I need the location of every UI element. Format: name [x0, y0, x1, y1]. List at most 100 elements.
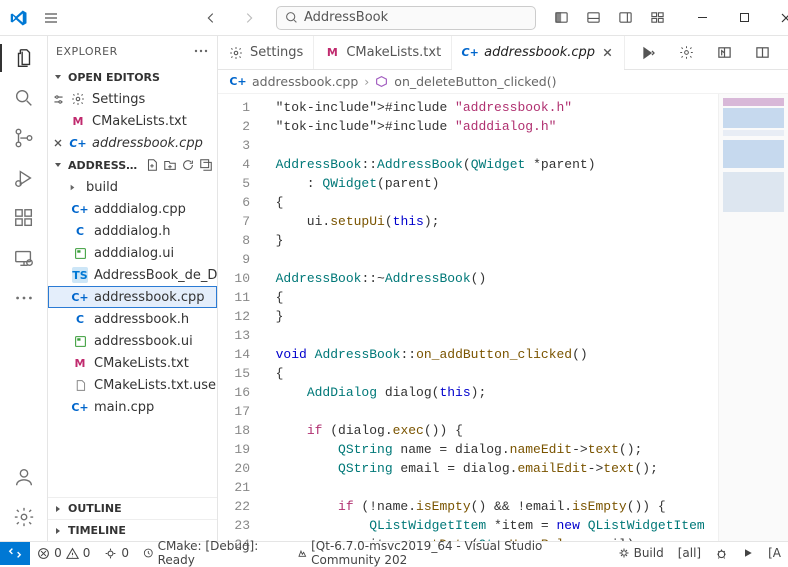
editor-tab[interactable]: Settings	[218, 36, 314, 69]
editor-tab[interactable]: C+ addressbook.cpp	[452, 36, 625, 69]
tab-label: CMakeLists.txt	[346, 45, 441, 60]
new-folder-icon[interactable]	[163, 158, 177, 172]
file-label: adddialog.cpp	[94, 202, 186, 217]
editor-tabs: Settings M CMakeLists.txt C+ addressbook.cpp	[218, 36, 788, 70]
gear-icon	[228, 45, 244, 61]
status-end[interactable]: [A	[761, 542, 788, 564]
explorer-title: EXPLORER	[56, 45, 118, 58]
command-center-search[interactable]: AddressBook	[276, 6, 536, 30]
file-label: addressbook.h	[94, 312, 189, 327]
activity-bar	[0, 36, 48, 541]
ts-file-icon: TS	[72, 267, 88, 283]
cpp-icon: C+	[70, 135, 86, 151]
file-item[interactable]: TS AddressBook_de_DE.ts	[48, 264, 217, 286]
window-close[interactable]	[766, 3, 788, 33]
cmake-icon: M	[324, 45, 340, 61]
chevron-right-icon: ›	[364, 74, 369, 89]
file-label: main.cpp	[94, 400, 154, 415]
cmake-icon: M	[70, 113, 86, 129]
new-file-icon[interactable]	[145, 158, 159, 172]
collapse-icon[interactable]	[199, 158, 213, 172]
section-timeline[interactable]: TIMELINE	[48, 519, 217, 541]
cpp-icon: C+	[72, 289, 88, 305]
cpp-icon: C+	[230, 74, 246, 90]
tab-label: addressbook.cpp	[484, 45, 595, 60]
open-editor-item[interactable]: Settings	[48, 88, 217, 110]
gear-icon	[70, 91, 86, 107]
file-label: CMakeLists.txt	[92, 114, 187, 129]
layout-right-icon[interactable]	[610, 3, 640, 33]
open-editor-item[interactable]: M CMakeLists.txt	[48, 110, 217, 132]
file-label: Settings	[92, 92, 145, 107]
hamburger-icon[interactable]	[36, 3, 66, 33]
settings-icon[interactable]	[671, 38, 701, 68]
code-editor[interactable]: "tok-include">#include "addressbook.h" "…	[260, 94, 718, 541]
cpp-icon: C+	[72, 399, 88, 415]
run-dropdown-icon[interactable]	[633, 38, 663, 68]
compare-icon[interactable]	[709, 38, 739, 68]
file-label: addressbook.cpp	[94, 290, 205, 305]
search-text: AddressBook	[304, 10, 388, 25]
file-item[interactable]: adddialog.ui	[48, 242, 217, 264]
file-item[interactable]: addressbook.ui	[48, 330, 217, 352]
status-ports[interactable]: 0	[97, 542, 136, 564]
file-icon	[72, 377, 88, 393]
editor-tab[interactable]: M CMakeLists.txt	[314, 36, 452, 69]
cpp-icon: C+	[462, 45, 478, 61]
activity-account[interactable]	[8, 461, 40, 493]
activity-debug[interactable]	[8, 162, 40, 194]
activity-scm[interactable]	[8, 122, 40, 154]
close-icon[interactable]	[52, 137, 64, 149]
file-label: adddialog.h	[94, 224, 171, 239]
status-debug-icon[interactable]	[708, 542, 735, 564]
file-item[interactable]: C+ addressbook.cpp	[48, 286, 217, 308]
refresh-icon[interactable]	[181, 158, 195, 172]
status-run-icon[interactable]	[735, 542, 761, 564]
section-open-editors[interactable]: OPEN EDITORS	[48, 66, 217, 88]
explorer-more-icon[interactable]	[193, 43, 209, 59]
activity-more[interactable]	[8, 282, 40, 314]
status-kit[interactable]: [Qt-6.7.0-msvc2019_64 - Visual Studio Co…	[290, 542, 611, 564]
file-label: CMakeLists.txt.user	[94, 378, 217, 393]
split-icon[interactable]	[747, 38, 777, 68]
file-label: CMakeLists.txt	[94, 356, 189, 371]
breadcrumb[interactable]: C+ addressbook.cpp › on_deleteButton_cli…	[218, 70, 788, 94]
minimap[interactable]	[718, 94, 788, 541]
file-item[interactable]: M CMakeLists.txt	[48, 352, 217, 374]
activity-settings[interactable]	[8, 501, 40, 533]
layout-bottom-icon[interactable]	[578, 3, 608, 33]
cmake-icon: M	[72, 355, 88, 371]
layout-left-icon[interactable]	[546, 3, 576, 33]
layout-custom-icon[interactable]	[642, 3, 672, 33]
section-folder[interactable]: ADDRESS…	[48, 154, 217, 176]
activity-extensions[interactable]	[8, 202, 40, 234]
file-item[interactable]: C+adddialog.cpp	[48, 198, 217, 220]
section-outline[interactable]: OUTLINE	[48, 497, 217, 519]
nav-forward-icon[interactable]	[234, 3, 264, 33]
activity-search[interactable]	[8, 82, 40, 114]
close-icon[interactable]	[601, 46, 614, 59]
open-editor-item[interactable]: C+addressbook.cpp	[48, 132, 217, 154]
status-build[interactable]: Build	[611, 542, 671, 564]
folder-item[interactable]: build	[48, 176, 217, 198]
ui-file-icon	[72, 245, 88, 261]
c-header-icon: C	[72, 223, 88, 239]
sliders-icon	[52, 93, 65, 106]
status-problems[interactable]: 0 0	[30, 542, 97, 564]
remote-indicator[interactable]	[0, 542, 30, 565]
file-item[interactable]: CMakeLists.txt.user	[48, 374, 217, 396]
line-gutter: 123456789101112131415161718192021222324	[218, 94, 260, 541]
file-label: AddressBook_de_DE.ts	[94, 268, 217, 283]
file-item[interactable]: Caddressbook.h	[48, 308, 217, 330]
file-item[interactable]: C+ main.cpp	[48, 396, 217, 418]
window-maximize[interactable]	[724, 3, 764, 33]
activity-explorer[interactable]	[8, 42, 40, 74]
nav-back-icon[interactable]	[196, 3, 226, 33]
status-target[interactable]: [all]	[671, 542, 708, 564]
status-cmake[interactable]: CMake: [Debug]: Ready	[136, 542, 290, 564]
file-item[interactable]: Cadddialog.h	[48, 220, 217, 242]
c-header-icon: C	[72, 311, 88, 327]
activity-remote[interactable]	[8, 242, 40, 274]
vscode-logo	[4, 3, 34, 33]
window-minimize[interactable]	[682, 3, 722, 33]
